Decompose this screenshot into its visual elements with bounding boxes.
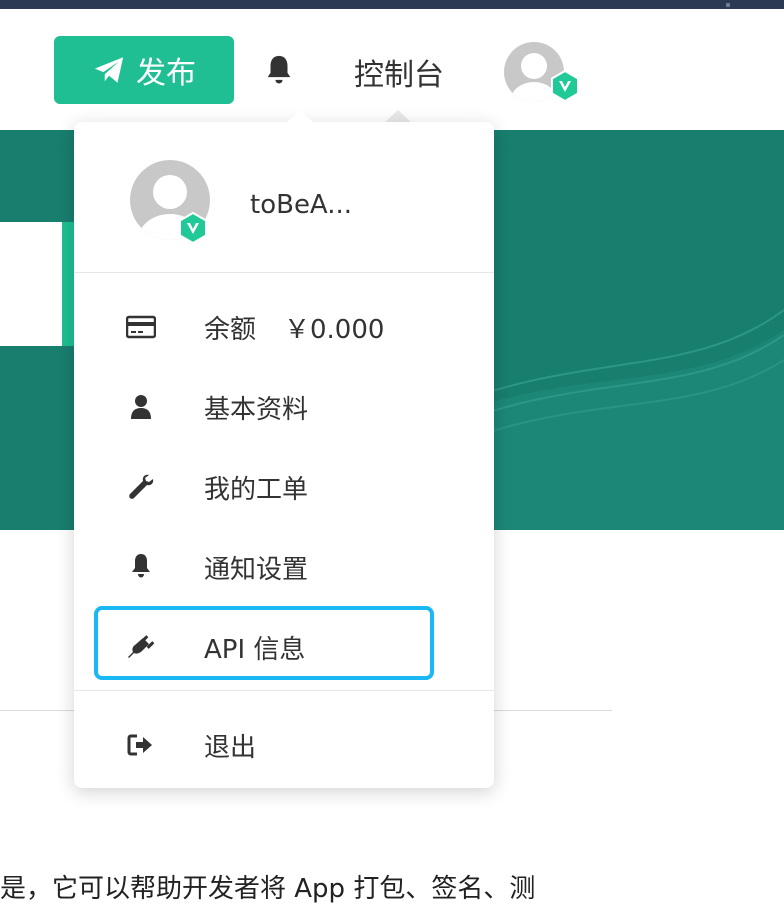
plug-icon xyxy=(128,635,155,658)
console-link[interactable]: 控制台 xyxy=(354,50,444,94)
top-strip-dot xyxy=(726,3,730,7)
paper-plane-icon xyxy=(94,57,124,83)
menu-item-notifications[interactable]: 通知设置 xyxy=(74,532,494,602)
dropdown-caret xyxy=(286,110,314,123)
publish-label: 发布 xyxy=(136,56,196,91)
hero-accent-bar xyxy=(62,222,74,346)
tickets-label: 我的工单 xyxy=(204,474,309,505)
hero-white-panel xyxy=(0,222,62,346)
bell-icon[interactable] xyxy=(262,52,296,88)
menu-divider xyxy=(74,272,494,273)
menu-item-api-info[interactable]: API 信息 xyxy=(74,612,494,682)
verified-badge-icon xyxy=(551,70,579,102)
bell-icon xyxy=(132,554,150,578)
profile-label: 基本资料 xyxy=(204,394,309,425)
wrench-icon xyxy=(129,474,154,499)
menu-item-tickets[interactable]: 我的工单 xyxy=(74,452,494,522)
menu-divider xyxy=(74,690,494,691)
logout-label: 退出 xyxy=(204,732,257,763)
balance-value: ￥0.000 xyxy=(284,314,385,345)
sign-out-icon xyxy=(127,734,152,756)
dropdown-username: toBeA... xyxy=(250,190,353,220)
page-body-text: 是，它可以帮助开发者将 App 打包、签名、测 xyxy=(0,874,536,904)
menu-item-balance[interactable]: 余额 ￥0.000 xyxy=(74,292,494,362)
notifications-label: 通知设置 xyxy=(204,554,309,585)
window-top-strip xyxy=(0,0,784,9)
publish-button[interactable]: 发布 xyxy=(54,36,234,104)
menu-item-logout[interactable]: 退出 xyxy=(74,710,494,780)
account-dropdown-menu: toBeA... 余额 ￥0.000 基本资料 我的工单 通知设置 API 信息… xyxy=(74,122,494,788)
credit-card-icon xyxy=(126,315,156,339)
menu-item-profile[interactable]: 基本资料 xyxy=(74,372,494,442)
verified-badge-icon xyxy=(179,212,207,244)
user-icon xyxy=(131,395,151,419)
api-info-label: API 信息 xyxy=(204,634,306,665)
balance-label: 余额 xyxy=(204,314,257,345)
